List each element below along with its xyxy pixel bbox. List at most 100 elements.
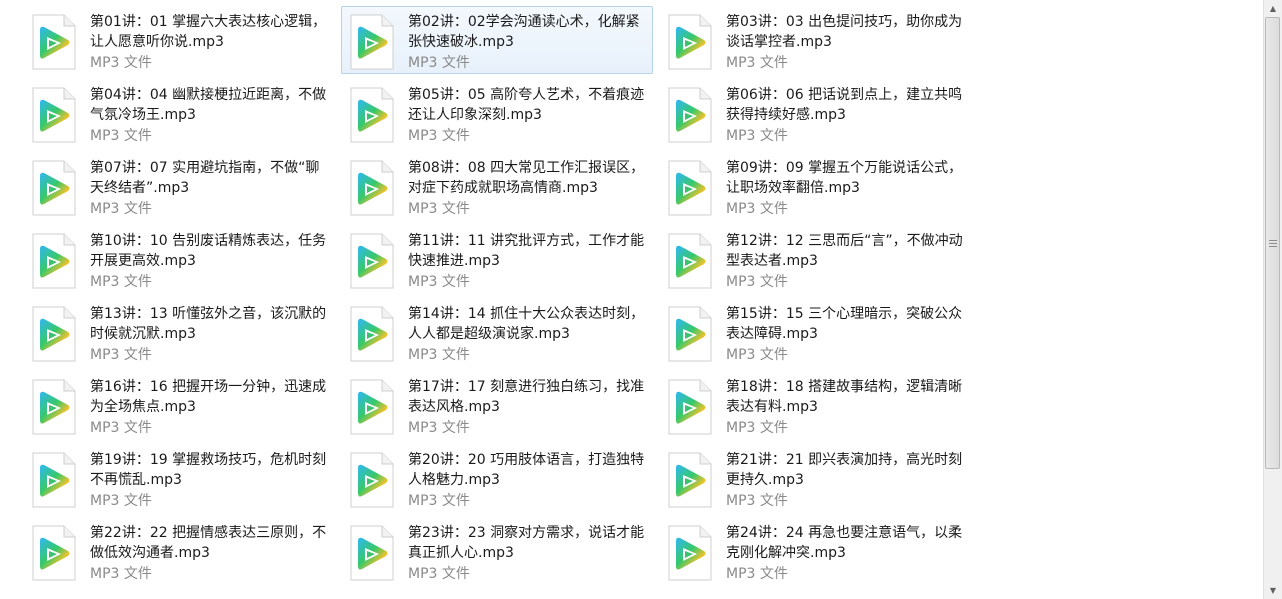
player-media-file-icon (348, 452, 396, 508)
file-text: 第03讲：03 出色提问技巧，助你成为谈话掌控者.mp3 MP3 文件 (726, 12, 968, 73)
file-name: 第16讲：16 把握开场一分钟，迅速成为全场焦点.mp3 (90, 379, 327, 415)
file-name: 第23讲：23 洞察对方需求，说话才能真正抓人心.mp3 (408, 525, 645, 561)
file-name: 第09讲：09 掌握五个万能说话公式，让职场效率翻倍.mp3 (726, 160, 963, 196)
player-media-file-icon (30, 233, 78, 289)
file-item[interactable]: 第17讲：17 刻意进行独白练习，找准表达风格.mp3 MP3 文件 (341, 371, 653, 439)
file-item[interactable]: 第09讲：09 掌握五个万能说话公式，让职场效率翻倍.mp3 MP3 文件 (659, 152, 971, 220)
file-text: 第22讲：22 把握情感表达三原则，不做低效沟通者.mp3 MP3 文件 (90, 523, 332, 584)
file-item[interactable]: 第10讲：10 告别废话精炼表达，任务开展更高效.mp3 MP3 文件 (23, 225, 335, 293)
file-type: MP3 文件 (408, 55, 470, 71)
file-text: 第01讲：01 掌握六大表达核心逻辑，让人愿意听你说.mp3 MP3 文件 (90, 12, 332, 73)
player-media-file-icon (348, 379, 396, 435)
file-name: 第24讲：24 再急也要注意语气，以柔克刚化解冲突.mp3 (726, 525, 963, 561)
file-item[interactable]: 第05讲：05 高阶夸人艺术，不着痕迹还让人印象深刻.mp3 MP3 文件 (341, 79, 653, 147)
player-media-file-icon (348, 306, 396, 362)
file-type: MP3 文件 (90, 566, 152, 582)
file-item[interactable]: 第04讲：04 幽默接梗拉近距离，不做气氛冷场王.mp3 MP3 文件 (23, 79, 335, 147)
file-type: MP3 文件 (408, 347, 470, 363)
file-item[interactable]: 第24讲：24 再急也要注意语气，以柔克刚化解冲突.mp3 MP3 文件 (659, 517, 971, 585)
scrollbar-thumb[interactable] (1265, 17, 1280, 469)
file-item[interactable]: 第16讲：16 把握开场一分钟，迅速成为全场焦点.mp3 MP3 文件 (23, 371, 335, 439)
file-item[interactable]: 第02讲：02学会沟通读心术，化解紧张快速破冰.mp3 MP3 文件 (341, 6, 653, 74)
file-text: 第04讲：04 幽默接梗拉近距离，不做气氛冷场王.mp3 MP3 文件 (90, 85, 332, 146)
file-name: 第10讲：10 告别废话精炼表达，任务开展更高效.mp3 (90, 233, 327, 269)
file-text: 第13讲：13 听懂弦外之音，该沉默的时候就沉默.mp3 MP3 文件 (90, 304, 332, 365)
player-media-file-icon (348, 525, 396, 581)
file-name: 第14讲：14 抓住十大公众表达时刻，人人都是超级演说家.mp3 (408, 306, 645, 342)
file-text: 第09讲：09 掌握五个万能说话公式，让职场效率翻倍.mp3 MP3 文件 (726, 158, 968, 219)
file-name: 第08讲：08 四大常见工作汇报误区，对症下药成就职场高情商.mp3 (408, 160, 645, 196)
file-item[interactable]: 第11讲：11 讲究批评方式，工作才能快速推进.mp3 MP3 文件 (341, 225, 653, 293)
file-type: MP3 文件 (726, 128, 788, 144)
file-name: 第15讲：15 三个心理暗示，突破公众表达障碍.mp3 (726, 306, 963, 342)
player-media-file-icon (30, 379, 78, 435)
file-type: MP3 文件 (726, 347, 788, 363)
file-name: 第04讲：04 幽默接梗拉近距离，不做气氛冷场王.mp3 (90, 87, 327, 123)
file-type: MP3 文件 (726, 274, 788, 290)
file-text: 第07讲：07 实用避坑指南，不做“聊天终结者”.mp3 MP3 文件 (90, 158, 332, 219)
file-item[interactable]: 第13讲：13 听懂弦外之音，该沉默的时候就沉默.mp3 MP3 文件 (23, 298, 335, 366)
file-name: 第18讲：18 搭建故事结构，逻辑清晰表达有料.mp3 (726, 379, 963, 415)
file-name: 第05讲：05 高阶夸人艺术，不着痕迹还让人印象深刻.mp3 (408, 87, 645, 123)
file-text: 第12讲：12 三思而后“言”，不做冲动型表达者.mp3 MP3 文件 (726, 231, 968, 292)
file-name: 第21讲：21 即兴表演加持，高光时刻更持久.mp3 (726, 452, 963, 488)
file-type: MP3 文件 (726, 201, 788, 217)
file-text: 第16讲：16 把握开场一分钟，迅速成为全场焦点.mp3 MP3 文件 (90, 377, 332, 438)
file-name: 第01讲：01 掌握六大表达核心逻辑，让人愿意听你说.mp3 (90, 14, 327, 50)
file-item[interactable]: 第15讲：15 三个心理暗示，突破公众表达障碍.mp3 MP3 文件 (659, 298, 971, 366)
player-media-file-icon (30, 14, 78, 70)
player-media-file-icon (666, 306, 714, 362)
file-text: 第23讲：23 洞察对方需求，说话才能真正抓人心.mp3 MP3 文件 (408, 523, 650, 584)
file-type: MP3 文件 (726, 55, 788, 71)
file-item[interactable]: 第19讲：19 掌握救场技巧，危机时刻不再慌乱.mp3 MP3 文件 (23, 444, 335, 512)
file-name: 第11讲：11 讲究批评方式，工作才能快速推进.mp3 (408, 233, 645, 269)
file-name: 第12讲：12 三思而后“言”，不做冲动型表达者.mp3 (726, 233, 963, 269)
file-text: 第19讲：19 掌握救场技巧，危机时刻不再慌乱.mp3 MP3 文件 (90, 450, 332, 511)
player-media-file-icon (30, 160, 78, 216)
file-name: 第19讲：19 掌握救场技巧，危机时刻不再慌乱.mp3 (90, 452, 327, 488)
file-type: MP3 文件 (408, 493, 470, 509)
file-item[interactable]: 第21讲：21 即兴表演加持，高光时刻更持久.mp3 MP3 文件 (659, 444, 971, 512)
file-text: 第20讲：20 巧用肢体语言，打造独特人格魅力.mp3 MP3 文件 (408, 450, 650, 511)
file-text: 第17讲：17 刻意进行独白练习，找准表达风格.mp3 MP3 文件 (408, 377, 650, 438)
player-media-file-icon (348, 14, 396, 70)
file-item[interactable]: 第12讲：12 三思而后“言”，不做冲动型表达者.mp3 MP3 文件 (659, 225, 971, 293)
file-type: MP3 文件 (726, 566, 788, 582)
file-item[interactable]: 第20讲：20 巧用肢体语言，打造独特人格魅力.mp3 MP3 文件 (341, 444, 653, 512)
file-text: 第24讲：24 再急也要注意语气，以柔克刚化解冲突.mp3 MP3 文件 (726, 523, 968, 584)
file-name: 第06讲：06 把话说到点上，建立共鸣获得持续好感.mp3 (726, 87, 963, 123)
file-type: MP3 文件 (408, 274, 470, 290)
file-name: 第17讲：17 刻意进行独白练习，找准表达风格.mp3 (408, 379, 645, 415)
scroll-up-arrow-icon[interactable]: ▲ (1264, 0, 1282, 17)
thumb-grip (1269, 243, 1277, 244)
file-type: MP3 文件 (90, 274, 152, 290)
file-item[interactable]: 第22讲：22 把握情感表达三原则，不做低效沟通者.mp3 MP3 文件 (23, 517, 335, 585)
player-media-file-icon (666, 379, 714, 435)
player-media-file-icon (348, 160, 396, 216)
file-type: MP3 文件 (408, 420, 470, 436)
file-item[interactable]: 第23讲：23 洞察对方需求，说话才能真正抓人心.mp3 MP3 文件 (341, 517, 653, 585)
file-text: 第06讲：06 把话说到点上，建立共鸣获得持续好感.mp3 MP3 文件 (726, 85, 968, 146)
file-name: 第22讲：22 把握情感表达三原则，不做低效沟通者.mp3 (90, 525, 327, 561)
file-item[interactable]: 第14讲：14 抓住十大公众表达时刻，人人都是超级演说家.mp3 MP3 文件 (341, 298, 653, 366)
file-type: MP3 文件 (726, 420, 788, 436)
scroll-down-arrow-icon[interactable]: ▼ (1264, 582, 1282, 599)
file-item[interactable]: 第03讲：03 出色提问技巧，助你成为谈话掌控者.mp3 MP3 文件 (659, 6, 971, 74)
file-text: 第02讲：02学会沟通读心术，化解紧张快速破冰.mp3 MP3 文件 (408, 12, 650, 73)
file-item[interactable]: 第18讲：18 搭建故事结构，逻辑清晰表达有料.mp3 MP3 文件 (659, 371, 971, 439)
file-type: MP3 文件 (90, 347, 152, 363)
player-media-file-icon (30, 306, 78, 362)
player-media-file-icon (30, 87, 78, 143)
file-type: MP3 文件 (408, 201, 470, 217)
file-item[interactable]: 第01讲：01 掌握六大表达核心逻辑，让人愿意听你说.mp3 MP3 文件 (23, 6, 335, 74)
file-grid: 第01讲：01 掌握六大表达核心逻辑，让人愿意听你说.mp3 MP3 文件 第0… (23, 6, 977, 590)
player-media-file-icon (666, 87, 714, 143)
file-item[interactable]: 第07讲：07 实用避坑指南，不做“聊天终结者”.mp3 MP3 文件 (23, 152, 335, 220)
player-media-file-icon (666, 160, 714, 216)
vertical-scrollbar[interactable]: ▲ ▼ (1263, 0, 1282, 599)
file-text: 第08讲：08 四大常见工作汇报误区，对症下药成就职场高情商.mp3 MP3 文… (408, 158, 650, 219)
file-name: 第13讲：13 听懂弦外之音，该沉默的时候就沉默.mp3 (90, 306, 327, 342)
file-item[interactable]: 第08讲：08 四大常见工作汇报误区，对症下药成就职场高情商.mp3 MP3 文… (341, 152, 653, 220)
file-item[interactable]: 第06讲：06 把话说到点上，建立共鸣获得持续好感.mp3 MP3 文件 (659, 79, 971, 147)
file-type: MP3 文件 (408, 566, 470, 582)
